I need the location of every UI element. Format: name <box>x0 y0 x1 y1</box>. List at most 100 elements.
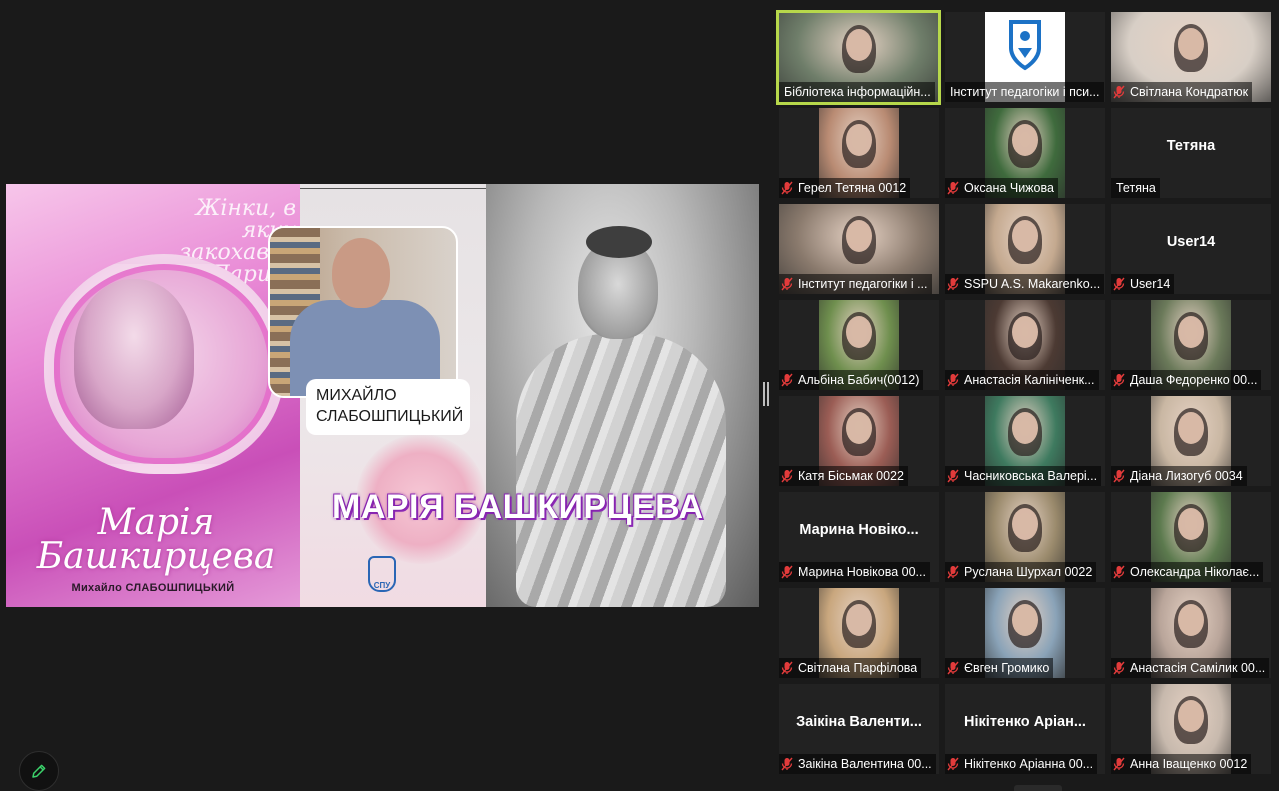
historical-portrait <box>486 184 759 607</box>
participant-tile[interactable]: Діана Лизогуб 0034 <box>1111 396 1271 486</box>
mic-muted-icon <box>947 661 959 675</box>
slide-main-title: МАРІЯ БАШКИРЦЕВА <box>332 488 704 526</box>
participant-name-bar: Оксана Чижова <box>945 178 1058 198</box>
participant-name: Оксана Чижова <box>964 181 1054 195</box>
author-name-card: МИХАЙЛО СЛАБОШПИЦЬКИЙ <box>306 379 470 435</box>
participant-face <box>846 124 872 156</box>
participant-face <box>1178 508 1204 540</box>
participant-name: Діана Лизогуб 0034 <box>1130 469 1243 483</box>
participant-face <box>1178 316 1204 348</box>
participant-tile[interactable]: Марина Новіко... Марина Новікова 00... <box>779 492 939 582</box>
participant-name-bar: Нікітенко Аріанна 00... <box>945 754 1098 774</box>
split-handle[interactable] <box>763 382 765 406</box>
author-photo <box>268 226 458 398</box>
portrait-hair <box>586 226 652 258</box>
mic-muted-icon <box>781 277 793 291</box>
participant-tile[interactable]: User14 User14 <box>1111 204 1271 294</box>
participant-name-bar: Інститут педагогіки і пси... <box>945 82 1104 102</box>
participant-name-bar: Часниковська Валері... <box>945 466 1102 486</box>
participant-tile[interactable]: Світлана Кондратюк <box>1111 12 1271 102</box>
mic-muted-icon <box>1113 277 1125 291</box>
shared-screen: Жінки, в яких закохався Париж Марія Башк… <box>6 184 759 607</box>
participant-tile[interactable]: Альбіна Бабич(0012) <box>779 300 939 390</box>
participant-name-bar: Альбіна Бабич(0012) <box>779 370 924 390</box>
participant-name: Нікітенко Аріанна 00... <box>964 757 1094 771</box>
participant-name: Світлана Парфілова <box>798 661 918 675</box>
participant-face <box>1012 604 1038 636</box>
participant-name-bar: Заікіна Валентина 00... <box>779 754 936 774</box>
mic-muted-icon <box>781 373 793 387</box>
participant-tile[interactable]: Герел Тетяна 0012 <box>779 108 939 198</box>
participant-face <box>1178 28 1204 60</box>
participant-name: Руслана Шурхал 0022 <box>964 565 1093 579</box>
participant-tile[interactable]: Анастасія Калініченк... <box>945 300 1105 390</box>
participant-name: Герел Тетяна 0012 <box>798 181 907 195</box>
participant-tile[interactable]: Євген Громико <box>945 588 1105 678</box>
participant-name-bar: Анастасія Калініченк... <box>945 370 1099 390</box>
book-title-line2: Башкирцева <box>36 536 276 577</box>
participant-name-bar: Герел Тетяна 0012 <box>779 178 911 198</box>
mic-muted-icon <box>781 181 793 195</box>
participant-tile[interactable]: Анастасія Самілик 00... <box>1111 588 1271 678</box>
book-author: Михайло СЛАБОШПИЦЬКИЙ <box>71 582 235 594</box>
participant-name: Катя Бісьмак 0022 <box>798 469 904 483</box>
participant-name-bar: Світлана Кондратюк <box>1111 82 1253 102</box>
participant-name-bar: Бібліотека інформаційн... <box>779 82 935 102</box>
institute-logo-icon <box>1009 20 1041 71</box>
participant-name: Даша Федоренко 00... <box>1130 373 1258 387</box>
book-title: Марія Башкирцева <box>26 505 286 577</box>
participant-tile[interactable]: Заікіна Валенти... Заікіна Валентина 00..… <box>779 684 939 774</box>
participant-name-bar: Даша Федоренко 00... <box>1111 370 1262 390</box>
participant-tile[interactable]: Анна Іващенко 0012 <box>1111 684 1271 774</box>
participant-tile[interactable]: Світлана Парфілова <box>779 588 939 678</box>
participant-tile[interactable]: Нікітенко Аріан... Нікітенко Аріанна 00..… <box>945 684 1105 774</box>
participant-display-name: Заікіна Валенти... <box>796 714 922 730</box>
mic-muted-icon <box>781 565 793 579</box>
mic-muted-icon <box>947 757 959 771</box>
participant-name: Бібліотека інформаційн... <box>784 85 931 99</box>
participant-tile[interactable]: Інститут педагогіки і ... <box>779 204 939 294</box>
participant-face <box>1012 124 1038 156</box>
book-portrait <box>74 279 194 429</box>
participant-name: Інститут педагогіки і пси... <box>950 85 1100 99</box>
spu-logo: СПУ <box>368 556 396 592</box>
mic-muted-icon <box>947 181 959 195</box>
participant-name: Євген Громико <box>964 661 1050 675</box>
participant-name: SSPU A.S. Makarenko... <box>964 277 1101 291</box>
participant-name-bar: Анна Іващенко 0012 <box>1111 754 1252 774</box>
participant-face <box>1012 508 1038 540</box>
participant-display-name: Марина Новіко... <box>799 522 919 538</box>
participant-face <box>846 604 872 636</box>
pencil-icon <box>32 764 46 778</box>
participant-face <box>1012 316 1038 348</box>
participant-name-bar: Катя Бісьмак 0022 <box>779 466 908 486</box>
participant-face <box>846 29 872 61</box>
split-handle-line[interactable] <box>767 382 769 406</box>
participant-tile[interactable]: Руслана Шурхал 0022 <box>945 492 1105 582</box>
participant-face <box>846 412 872 444</box>
participant-face <box>1178 700 1204 732</box>
portrait-dress <box>516 334 726 607</box>
gallery-scroll-indicator[interactable] <box>1014 785 1062 791</box>
participant-name: Марина Новікова 00... <box>798 565 926 579</box>
participant-name-bar: Марина Новікова 00... <box>779 562 930 582</box>
participant-name-bar: Руслана Шурхал 0022 <box>945 562 1097 582</box>
participant-display-name: Нікітенко Аріан... <box>964 714 1086 730</box>
participant-tile[interactable]: Даша Федоренко 00... <box>1111 300 1271 390</box>
participant-name: User14 <box>1130 277 1171 291</box>
mic-muted-icon <box>781 469 793 483</box>
annotate-button[interactable] <box>19 751 59 791</box>
participant-tile[interactable]: Тетяна Тетяна <box>1111 108 1271 198</box>
participant-name-bar: User14 <box>1111 274 1175 294</box>
participant-tile[interactable]: Катя Бісьмак 0022 <box>779 396 939 486</box>
mic-muted-icon <box>1113 469 1125 483</box>
participant-tile[interactable]: Оксана Чижова <box>945 108 1105 198</box>
participant-tile[interactable]: SSPU A.S. Makarenko... <box>945 204 1105 294</box>
participant-tile[interactable]: Бібліотека інформаційн... <box>776 10 941 105</box>
participant-tile[interactable]: Олександра Ніколає... <box>1111 492 1271 582</box>
participant-tile[interactable]: Інститут педагогіки і пси... <box>945 12 1105 102</box>
participant-tile[interactable]: Часниковська Валері... <box>945 396 1105 486</box>
participant-name-bar: Євген Громико <box>945 658 1054 678</box>
mic-muted-icon <box>1113 373 1125 387</box>
divider <box>300 188 486 189</box>
